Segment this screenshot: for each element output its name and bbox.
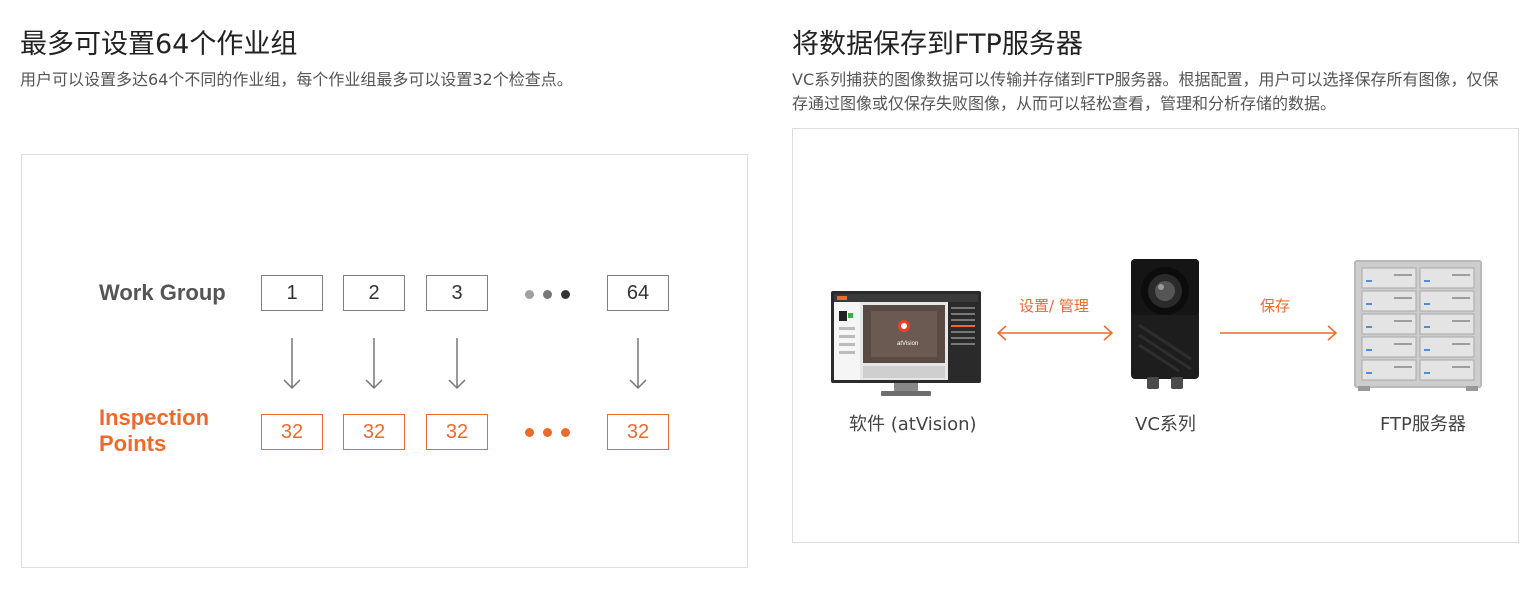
inspection-label-line2: Points xyxy=(99,431,167,456)
work-group-label: Work Group xyxy=(99,280,226,305)
arrow-down-icon xyxy=(283,338,301,390)
left-section-title: 最多可设置64个作业组 xyxy=(20,29,298,60)
right-section-description: VC系列捕获的图像数据可以传输并存储到FTP服务器。根据配置，用户可以选择保存所… xyxy=(792,70,1499,113)
ellipsis-dot xyxy=(561,428,570,437)
inspection-label-line1: Inspection xyxy=(99,405,210,430)
ftp-server-icon xyxy=(1354,260,1482,391)
arrow-down-icon xyxy=(365,338,383,390)
arrow-down-icon xyxy=(448,338,466,390)
left-section-description: 用户可以设置多达64个不同的作业组，每个作业组最多可以设置32个检查点。 xyxy=(20,70,573,89)
monitor-screen-text: atVision xyxy=(897,341,919,347)
ellipsis-dot xyxy=(525,428,534,437)
work-group-box: 64 xyxy=(607,275,669,311)
inspection-points-box: 32 xyxy=(261,414,323,450)
ellipsis-dot xyxy=(525,290,534,299)
work-group-box: 2 xyxy=(343,275,405,311)
inspection-points-label: Inspection Points xyxy=(99,405,209,457)
double-arrow-icon xyxy=(996,325,1114,341)
inspection-points-box: 32 xyxy=(426,414,488,450)
inspection-points-box: 32 xyxy=(343,414,405,450)
ftp-server-caption: FTP服务器 xyxy=(1380,414,1466,435)
save-label: 保存 xyxy=(1260,297,1291,315)
setup-manage-label: 设置/ 管理 xyxy=(1019,297,1089,315)
ellipsis-dot xyxy=(543,428,552,437)
inspection-points-box: 32 xyxy=(607,414,669,450)
software-caption: 软件 (atVision) xyxy=(849,414,977,435)
right-section-title: 将数据保存到FTP服务器 xyxy=(792,29,1083,60)
right-arrow-icon xyxy=(1220,325,1338,341)
ftp-diagram-panel: atVision 软件 (atVision) 设置/ 管理 VC系列 保存 FT… xyxy=(792,128,1519,543)
camera-caption: VC系列 xyxy=(1135,414,1196,435)
work-group-box: 1 xyxy=(261,275,323,311)
work-group-diagram-panel: Work Group 1 2 3 64 Inspection Points 32… xyxy=(21,154,748,568)
ellipsis-dot xyxy=(561,290,570,299)
arrow-down-icon xyxy=(629,338,647,390)
work-group-box: 3 xyxy=(426,275,488,311)
vc-camera-icon xyxy=(1131,259,1199,389)
ellipsis-dot xyxy=(543,290,552,299)
